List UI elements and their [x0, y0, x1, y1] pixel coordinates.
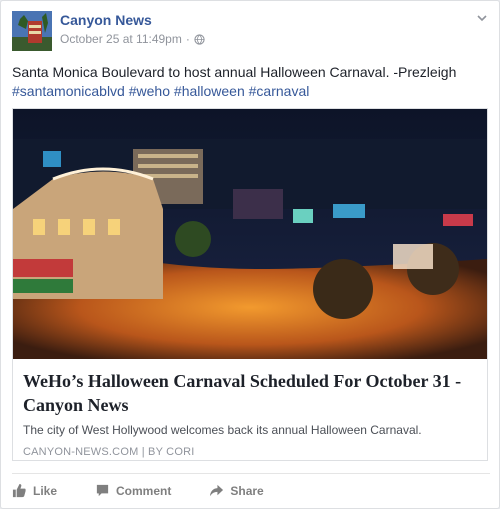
- thumbs-up-icon: [12, 483, 26, 498]
- source-byline: BY CORI: [148, 446, 195, 458]
- page-name-link[interactable]: Canyon News: [60, 12, 152, 28]
- hashtag-list: #santamonicablvd #weho #halloween #carna…: [12, 82, 492, 101]
- comment-label: Comment: [116, 483, 172, 498]
- post-card: Canyon News October 25 at 11:49pm · Sant…: [0, 0, 500, 509]
- link-preview-image[interactable]: [13, 109, 487, 359]
- hashtag-link[interactable]: #carnaval: [249, 83, 310, 99]
- link-source: CANYON-NEWS.COM | BY CORI: [23, 446, 479, 458]
- like-button[interactable]: Like: [12, 483, 57, 498]
- link-description: The city of West Hollywood welcomes back…: [23, 423, 422, 437]
- post-meta: October 25 at 11:49pm ·: [60, 32, 205, 46]
- link-preview-text: WeHo’s Halloween Carnaval Scheduled For …: [23, 369, 479, 458]
- source-separator: |: [141, 446, 145, 458]
- like-label: Like: [33, 483, 58, 498]
- link-preview-card[interactable]: WeHo’s Halloween Carnaval Scheduled For …: [12, 108, 488, 461]
- comment-icon: [96, 484, 109, 497]
- comment-button[interactable]: Comment: [95, 483, 171, 498]
- post-text: Santa Monica Boulevard to host annual Ha…: [12, 64, 457, 80]
- link-title[interactable]: WeHo’s Halloween Carnaval Scheduled For …: [23, 369, 479, 417]
- source-domain: CANYON-NEWS.COM: [23, 446, 139, 458]
- hashtag-link[interactable]: #weho: [129, 83, 170, 99]
- post-message: Santa Monica Boulevard to host annual Ha…: [12, 63, 492, 101]
- share-arrow-icon: [210, 484, 224, 497]
- meta-separator: ·: [185, 32, 190, 46]
- hashtag-link[interactable]: #santamonicablvd: [12, 83, 125, 99]
- chevron-down-icon[interactable]: [475, 11, 489, 25]
- hashtag-link[interactable]: #halloween: [174, 83, 245, 99]
- globe-icon[interactable]: [194, 33, 205, 45]
- share-button[interactable]: Share: [209, 483, 264, 498]
- share-label: Share: [230, 483, 264, 498]
- post-actions-bar: Like Comment Share: [12, 473, 490, 507]
- post-timestamp[interactable]: October 25 at 11:49pm: [60, 32, 182, 46]
- page-avatar[interactable]: [12, 11, 52, 51]
